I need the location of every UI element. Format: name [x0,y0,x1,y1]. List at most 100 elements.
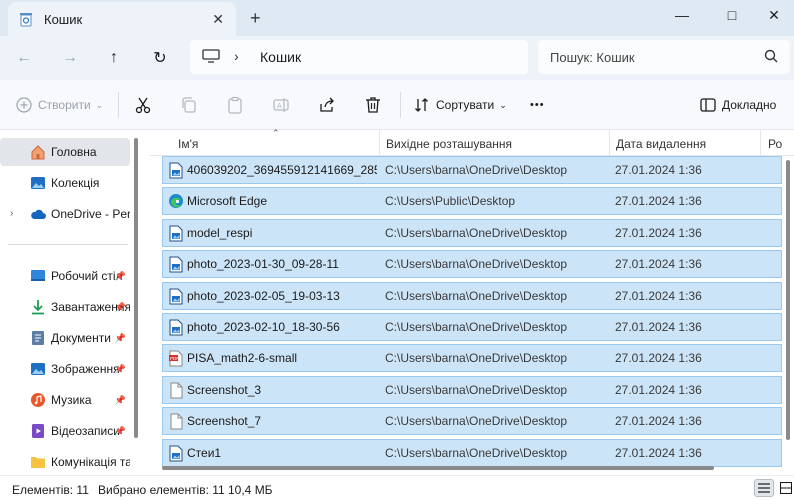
back-button[interactable]: ← [10,44,38,72]
file-row[interactable]: Стеи1 C:\Users\barna\OneDrive\Desktop 27.0… [162,438,782,467]
up-button[interactable]: ↑ [100,44,128,72]
breadcrumb-location[interactable]: Кошик [260,49,301,65]
cut-button[interactable] [134,93,152,117]
file-deleted-date: 27.01.2024 1:36 [615,414,702,429]
file-deleted-date: 27.01.2024 1:36 [615,163,702,177]
close-window-button[interactable]: ✕ [754,0,794,30]
paste-button[interactable] [226,93,244,117]
file-deleted-date: 27.01.2024 1:36 [615,288,702,303]
file-origin: C:\Users\barna\OneDrive\Desktop [385,445,568,460]
share-button[interactable] [318,93,336,117]
file-name: Screenshot_7 [187,414,262,429]
file-origin: C:\Users\barna\OneDrive\Desktop [385,288,568,303]
file-name: photo_2023-02-10_18-30-56 [187,320,340,334]
sidebar-item-music[interactable]: Музика 📌 [0,386,130,414]
maximize-button[interactable]: □ [712,0,752,30]
file-row[interactable]: photo_2023-02-10_18-30-56 C:\Users\barna\… [162,313,782,341]
file-origin: C:\Users\barna\OneDrive\Desktop [385,257,568,272]
share-icon [320,97,334,112]
file-row[interactable]: photo_2023-02-05_19-03-13 C:\Users\barna\… [162,281,782,310]
pin-icon: 📌 [114,332,126,343]
tab-close-button[interactable]: ✕ [212,11,224,28]
sidebar-item-label: OneDrive - Personal [51,207,130,221]
file-row[interactable]: Screenshot_3 C:\Users\barna\OneDrive\Desk… [162,375,782,404]
sidebar-item-pictures[interactable]: Зображення 📌 [0,355,130,383]
column-header-size[interactable]: Ро [768,137,782,151]
pdf-file-icon: PDF [168,350,184,367]
vertical-scrollbar[interactable] [786,160,790,440]
sidebar-item-label: Колекція [51,176,100,190]
column-divider[interactable] [760,130,761,156]
column-header-origin[interactable]: Вихідне розташування [386,137,512,151]
file-origin: C:\Users\barna\OneDrive\Desktop [385,382,568,397]
trash-icon [366,97,380,113]
list-view-icon [758,483,770,493]
file-row[interactable]: Microsoft Edge C:\Users\Public\Desktop 27.… [162,187,782,216]
sidebar-scrollbar[interactable] [134,138,138,438]
minimize-button[interactable]: — [662,0,702,30]
sidebar-item-home[interactable]: Головна [0,138,130,166]
cloud-icon [31,209,46,219]
delete-button[interactable] [364,93,382,117]
sidebar-item-downloads[interactable]: Завантаження 📌 [0,293,130,321]
image-file-icon [168,319,184,336]
search-icon [764,49,778,63]
file-row[interactable]: model_respi C:\Users\barna\OneDrive\Deskt… [162,218,782,247]
details-view-button[interactable] [754,479,774,497]
sidebar-item-desktop[interactable]: Робочий стіл 📌 [0,262,130,290]
column-header-date[interactable]: Дата видалення [616,137,706,151]
chevron-right-icon: › [234,48,239,64]
rename-button[interactable]: A [272,93,290,117]
tab-recycle-bin[interactable]: Кошик ✕ [8,2,236,36]
search-input[interactable]: Пошук: Кошик [538,40,790,74]
file-name: model_respi [187,225,253,240]
music-icon [31,393,45,407]
image-file-icon [168,445,184,462]
sidebar-divider [8,244,128,245]
create-button[interactable]: Створити ⌄ [16,93,103,117]
status-bar: Елементів: 11 Вибрано елементів: 11 10,4… [0,475,794,500]
file-deleted-date: 27.01.2024 1:36 [615,194,702,209]
file-row[interactable]: Screenshot_7 C:\Users\barna\OneDrive\Desk… [162,407,782,436]
document-icon [32,331,44,345]
chevron-down-icon: ⌄ [499,99,507,110]
chevron-down-icon: ⌄ [95,99,104,110]
tiles-view-button[interactable] [776,479,794,497]
column-header-name[interactable]: Ім'я [178,137,198,151]
file-origin: C:\Users\barna\OneDrive\Desktop [385,163,568,177]
address-bar[interactable]: › Кошик [190,40,528,74]
video-icon [32,424,44,438]
command-bar: Створити ⌄ A Сортувати ⌄ ••• Докладно [0,80,794,130]
file-deleted-date: 27.01.2024 1:36 [615,257,702,272]
file-row[interactable]: photo_2023-01-30_09-28-11 C:\Users\barna\… [162,250,782,279]
pin-icon: 📌 [114,301,126,312]
toolbar-divider [400,92,401,118]
more-options-button[interactable]: ••• [530,93,545,117]
clipboard-icon [228,96,242,114]
file-row[interactable]: PDF PISA_math2-6-small C:\Users\barna\OneD… [162,344,782,373]
file-row[interactable]: 406039202_369455912141669_285... C:\Users… [162,156,782,184]
new-tab-button[interactable]: + [250,8,261,29]
horizontal-scrollbar[interactable] [162,466,714,470]
selected-count: Вибрано елементів: 11 [98,483,225,497]
copy-button[interactable] [180,93,198,117]
sidebar-item-gallery[interactable]: Колекція [0,169,130,197]
sidebar-item-documents[interactable]: Документи 📌 [0,324,130,352]
file-name: Microsoft Edge [187,194,268,209]
sidebar-item-folder[interactable]: Комунікація та [0,448,130,476]
forward-button[interactable]: → [56,44,84,72]
home-icon [31,145,45,160]
sidebar-item-onedrive[interactable]: OneDrive - Personal [0,200,130,228]
sidebar-item-videos[interactable]: Відеозаписи 📌 [0,417,130,445]
sort-button[interactable]: Сортувати ⌄ [414,93,507,117]
refresh-button[interactable]: ↻ [146,44,174,72]
blank-file-icon [168,382,184,399]
navigation-pane: Головна Колекція › OneDrive - Personal Р… [0,130,142,475]
pin-icon: 📌 [114,270,126,281]
file-origin: C:\Users\barna\OneDrive\Desktop [385,225,568,240]
gallery-icon [31,177,45,189]
details-pane-button[interactable]: Докладно [700,93,776,117]
file-origin: C:\Users\barna\OneDrive\Desktop [385,351,568,366]
column-divider[interactable] [609,130,610,156]
column-divider[interactable] [379,130,380,156]
